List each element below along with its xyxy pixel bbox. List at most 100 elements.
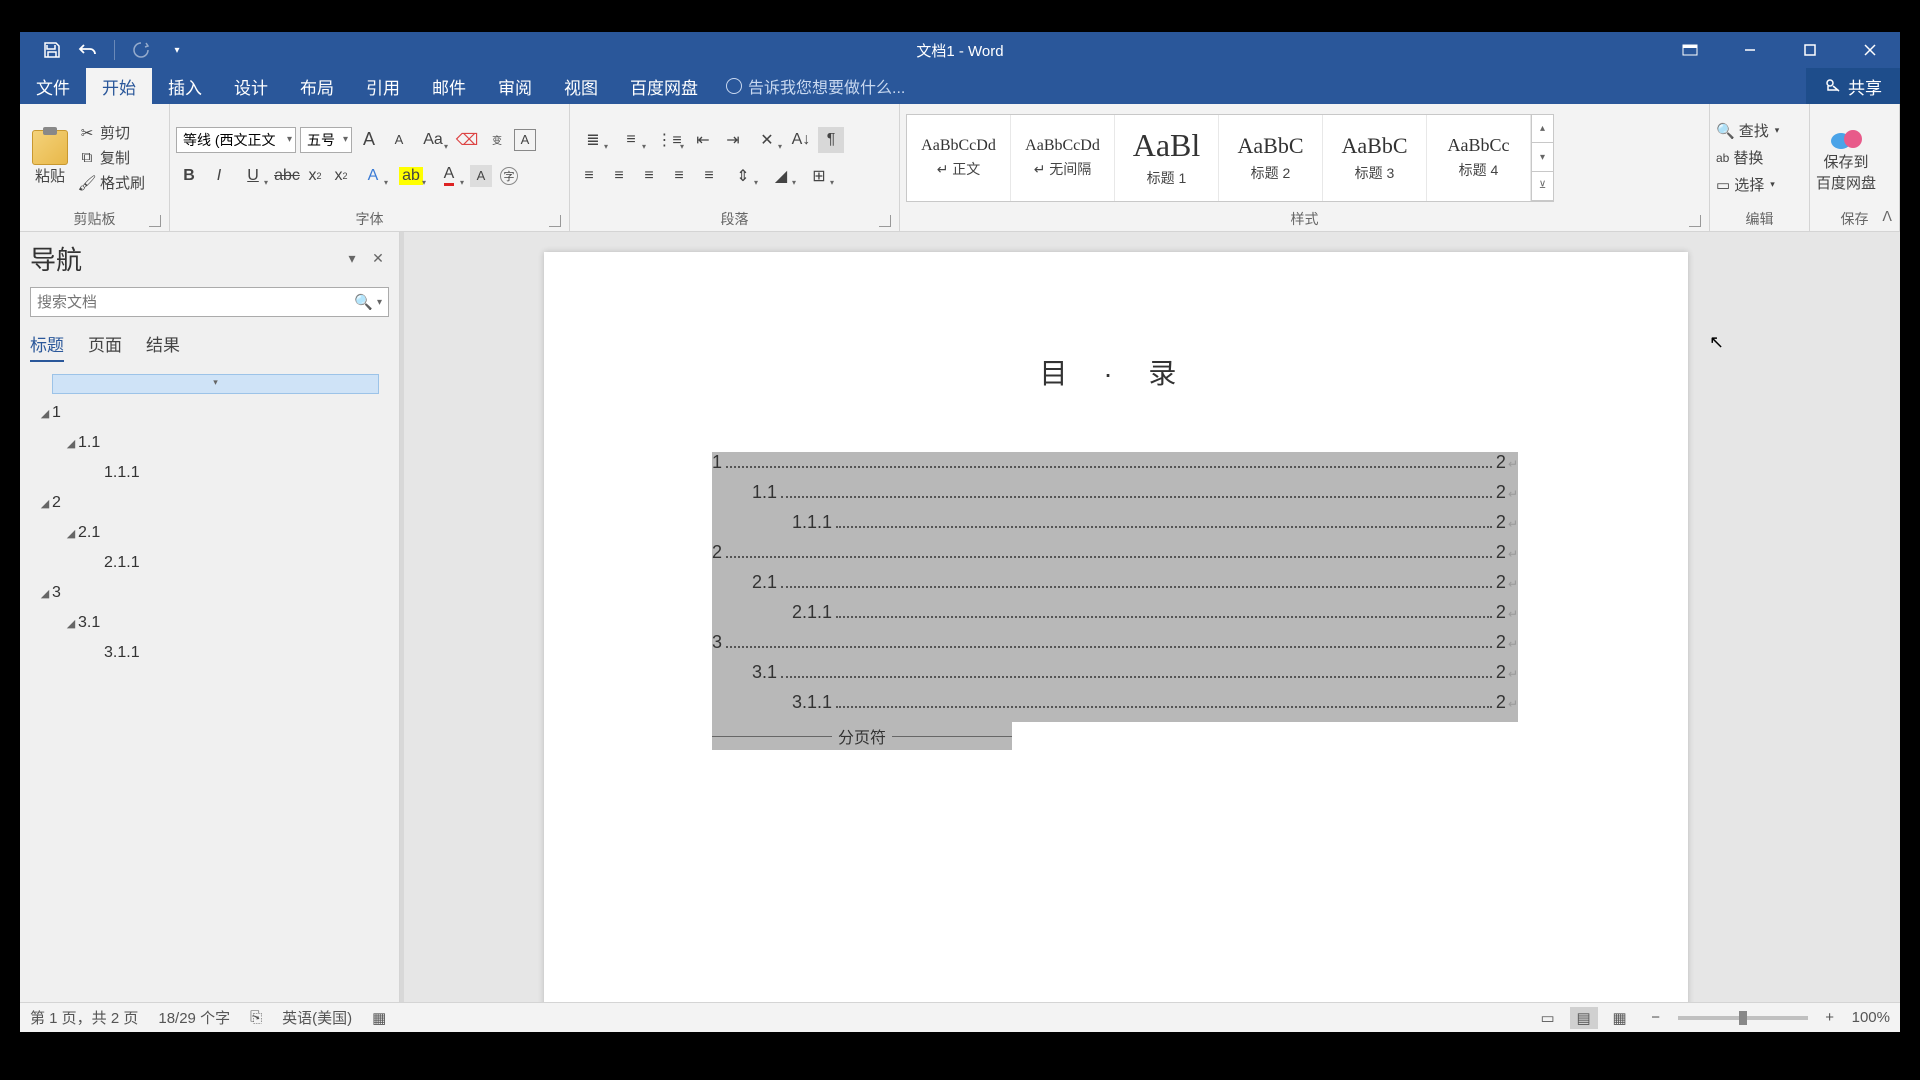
tab-mailings[interactable]: 邮件: [416, 68, 482, 104]
copy-button[interactable]: ⧉复制: [78, 147, 145, 168]
style-item-4[interactable]: AaBbC标题 3: [1323, 115, 1427, 201]
superscript-button[interactable]: x2: [330, 163, 352, 189]
sort-button[interactable]: A↓: [788, 127, 814, 153]
font-size-combo[interactable]: 五号: [300, 127, 352, 153]
language-status[interactable]: 英语(美国): [282, 1007, 352, 1028]
char-border-button[interactable]: A: [514, 129, 536, 151]
undo-icon[interactable]: [74, 36, 102, 64]
toc-row[interactable]: 22↵: [712, 542, 1518, 572]
increase-indent-button[interactable]: ⇥: [720, 127, 746, 153]
font-name-combo[interactable]: 等线 (西文正文: [176, 127, 296, 153]
tab-references[interactable]: 引用: [350, 68, 416, 104]
toc-row[interactable]: 1.12↵: [712, 482, 1518, 512]
tab-review[interactable]: 审阅: [482, 68, 548, 104]
tree-item[interactable]: ◢3.1: [30, 608, 389, 638]
tree-caret-icon[interactable]: ◢: [64, 437, 78, 450]
tab-design[interactable]: 设计: [218, 68, 284, 104]
grow-font-button[interactable]: A: [356, 127, 382, 153]
multilevel-button[interactable]: ⋮≡: [652, 127, 686, 153]
gallery-down-icon[interactable]: ▾: [1532, 143, 1553, 172]
print-layout-icon[interactable]: ▤: [1570, 1007, 1598, 1029]
align-right-button[interactable]: ≡: [636, 163, 662, 189]
subscript-button[interactable]: x2: [304, 163, 326, 189]
collapse-ribbon-icon[interactable]: ᐱ: [1882, 208, 1892, 225]
styles-gallery[interactable]: AaBbCcDd↵ 正文AaBbCcDd↵ 无间隔AaBl标题 1AaBbC标题…: [906, 114, 1554, 202]
align-center-button[interactable]: ≡: [606, 163, 632, 189]
tree-caret-icon[interactable]: ◢: [64, 617, 78, 630]
phonetic-button[interactable]: 变: [484, 127, 510, 153]
close-icon[interactable]: [1840, 32, 1900, 68]
text-effects-button[interactable]: A: [356, 163, 390, 189]
show-marks-button[interactable]: ¶: [818, 127, 844, 153]
tree-caret-icon[interactable]: ◢: [64, 527, 78, 540]
tree-item[interactable]: ◢1: [30, 398, 389, 428]
style-item-0[interactable]: AaBbCcDd↵ 正文: [907, 115, 1011, 201]
tab-layout[interactable]: 布局: [284, 68, 350, 104]
toc-row[interactable]: 32↵: [712, 632, 1518, 662]
tab-file[interactable]: 文件: [20, 68, 86, 104]
nav-dropdown-icon[interactable]: ▾: [341, 248, 363, 270]
justify-button[interactable]: ≡: [666, 163, 692, 189]
macro-icon[interactable]: ▦: [372, 1009, 386, 1027]
toc-row[interactable]: 1.1.12↵: [712, 512, 1518, 542]
search-options-icon[interactable]: ▾: [377, 297, 382, 308]
tab-view[interactable]: 视图: [548, 68, 614, 104]
line-spacing-button[interactable]: ⇕: [726, 163, 760, 189]
paste-button[interactable]: 粘贴: [26, 130, 74, 186]
spellcheck-icon[interactable]: ⎘: [250, 1009, 262, 1026]
nav-search-box[interactable]: 🔍 ▾: [30, 287, 389, 317]
enclose-char-button[interactable]: 字: [496, 163, 522, 189]
tree-current-indicator[interactable]: [52, 374, 379, 394]
tab-insert[interactable]: 插入: [152, 68, 218, 104]
clear-format-button[interactable]: ⌫: [454, 127, 480, 153]
tree-caret-icon[interactable]: ◢: [38, 587, 52, 600]
zoom-level[interactable]: 100%: [1852, 1009, 1890, 1026]
page-number-status[interactable]: 第 1 页，共 2 页: [30, 1007, 138, 1028]
toc-row[interactable]: 2.12↵: [712, 572, 1518, 602]
document-area[interactable]: 目 · 录 12↵1.12↵1.1.12↵22↵2.12↵2.1.12↵32↵3…: [404, 232, 1900, 1002]
numbering-button[interactable]: ≡: [614, 127, 648, 153]
zoom-out-button[interactable]: −: [1642, 1007, 1670, 1029]
replace-button[interactable]: ab替换: [1716, 147, 1779, 168]
format-painter-button[interactable]: 🖌格式刷: [78, 172, 145, 193]
save-to-baidu-button[interactable]: 保存到 百度网盘: [1816, 123, 1876, 193]
style-item-1[interactable]: AaBbCcDd↵ 无间隔: [1011, 115, 1115, 201]
search-icon[interactable]: 🔍: [354, 293, 373, 311]
share-button[interactable]: 共享: [1806, 68, 1900, 104]
maximize-icon[interactable]: [1780, 32, 1840, 68]
toc-row[interactable]: 12↵: [712, 452, 1518, 482]
align-left-button[interactable]: ≡: [576, 163, 602, 189]
tree-caret-icon[interactable]: ◢: [38, 497, 52, 510]
style-item-5[interactable]: AaBbCc标题 4: [1427, 115, 1531, 201]
word-count-status[interactable]: 18/29 个字: [158, 1007, 230, 1028]
find-button[interactable]: 🔍查找▾: [1716, 120, 1779, 141]
toc-row[interactable]: 2.1.12↵: [712, 602, 1518, 632]
paragraph-dialog-launcher[interactable]: [879, 215, 891, 227]
qat-customize-icon[interactable]: ▾: [163, 36, 191, 64]
change-case-button[interactable]: Aa: [416, 127, 450, 153]
nav-close-icon[interactable]: ✕: [367, 248, 389, 270]
shading-button[interactable]: ◢: [764, 163, 798, 189]
cut-button[interactable]: ✂剪切: [78, 122, 145, 143]
distributed-button[interactable]: ≡: [696, 163, 722, 189]
font-dialog-launcher[interactable]: [549, 215, 561, 227]
italic-button[interactable]: I: [206, 163, 232, 189]
bold-button[interactable]: B: [176, 163, 202, 189]
tree-item[interactable]: 1.1.1: [30, 458, 389, 488]
decrease-indent-button[interactable]: ⇤: [690, 127, 716, 153]
shrink-font-button[interactable]: A: [386, 127, 412, 153]
toc-row[interactable]: 3.12↵: [712, 662, 1518, 692]
tree-item[interactable]: ◢3: [30, 578, 389, 608]
tell-me-search[interactable]: 告诉我您想要做什么...: [714, 68, 905, 104]
strikethrough-button[interactable]: abc: [274, 163, 300, 189]
nav-tab-headings[interactable]: 标题: [30, 331, 64, 362]
save-icon[interactable]: [38, 36, 66, 64]
tree-item[interactable]: 3.1.1: [30, 638, 389, 668]
tab-baidu[interactable]: 百度网盘: [614, 68, 714, 104]
tab-home[interactable]: 开始: [86, 68, 152, 104]
redo-icon[interactable]: [127, 36, 155, 64]
tree-item[interactable]: 2.1.1: [30, 548, 389, 578]
tree-item[interactable]: ◢2: [30, 488, 389, 518]
tree-item[interactable]: ◢2.1: [30, 518, 389, 548]
highlight-button[interactable]: ab: [394, 163, 428, 189]
